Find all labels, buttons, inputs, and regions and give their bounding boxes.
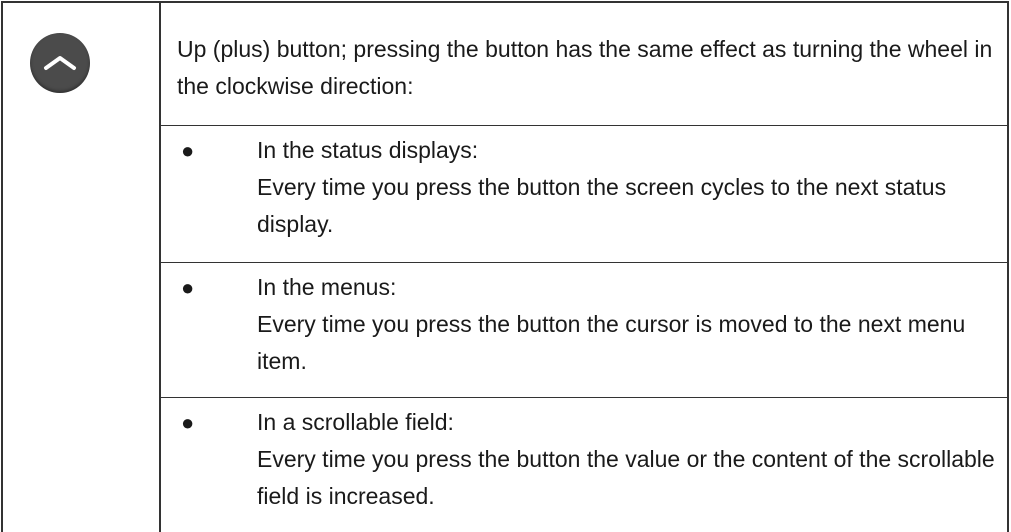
row-divider xyxy=(161,262,1007,263)
list-item-heading: In a scrollable field: xyxy=(257,409,454,435)
list-item-heading: In the status displays: xyxy=(257,137,479,163)
bullet-icon: ● xyxy=(181,410,195,435)
row-divider xyxy=(161,125,1007,126)
chevron-up-icon xyxy=(44,56,76,70)
description-table: Up (plus) button; pressing the button ha… xyxy=(1,1,1009,532)
list-item-body: Every time you press the button the scre… xyxy=(257,174,947,237)
up-button-icon xyxy=(30,33,90,93)
list-item-heading: In the menus: xyxy=(257,274,397,300)
intro-text: Up (plus) button; pressing the button ha… xyxy=(177,36,993,99)
bullet-icon: ● xyxy=(181,138,195,163)
list-item-body: Every time you press the button the valu… xyxy=(257,446,995,509)
bullet-icon: ● xyxy=(181,275,195,300)
list-item-body: Every time you press the button the curs… xyxy=(257,311,966,374)
row-divider xyxy=(161,397,1007,398)
text-cell: Up (plus) button; pressing the button ha… xyxy=(161,3,1007,532)
icon-cell xyxy=(3,3,159,532)
